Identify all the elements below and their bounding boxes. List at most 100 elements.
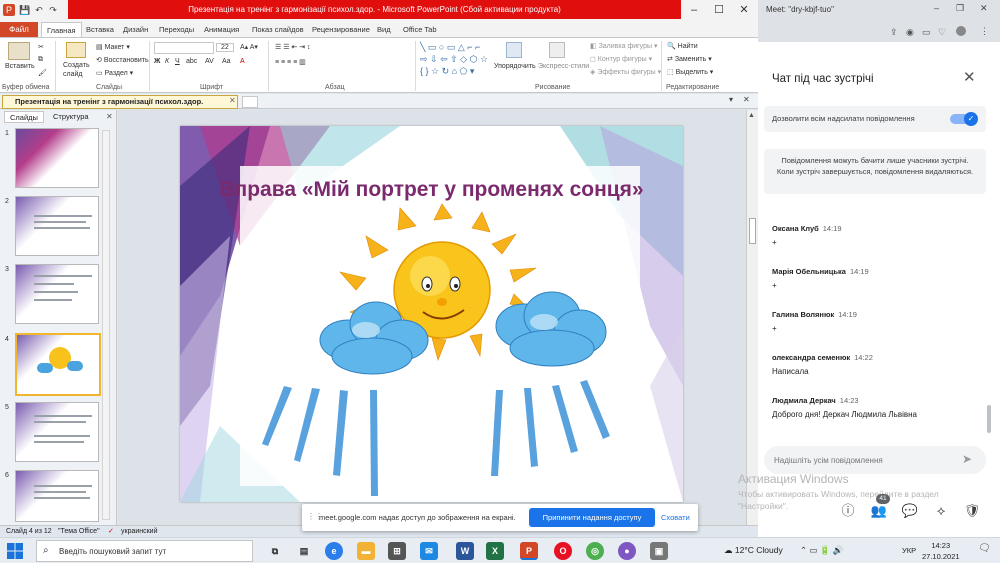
- hide-button[interactable]: Сховати: [661, 513, 690, 522]
- section-button[interactable]: ▭ Раздел ▾: [96, 69, 133, 77]
- activities-icon[interactable]: ⟡: [930, 500, 952, 522]
- avatar[interactable]: [956, 26, 966, 36]
- notifications-icon[interactable]: 🗨: [978, 543, 991, 554]
- shapes-gallery-icon[interactable]: ╲ ▭ ○ ▭ △ ⌐ ⌐ ⇨ ⇩ ⇦ ⇧ ◇ ⬡ ☆{ } ☆ ↻ ⌂ ⬠ ▾: [420, 41, 488, 77]
- tray-icons[interactable]: ⌃ ▭ 🔋 🔊: [800, 545, 843, 556]
- panel-scrollbar[interactable]: [102, 130, 110, 520]
- align-icon[interactable]: ≡ ≡ ≡ ≡ ▥: [275, 58, 306, 66]
- close-icon[interactable]: ✕: [731, 0, 757, 20]
- security-icon[interactable]: 🛡: [961, 500, 983, 522]
- app-icon[interactable]: ●: [618, 542, 636, 560]
- new-slide-icon[interactable]: [66, 42, 86, 58]
- doc-menu-icon[interactable]: ▾: [729, 95, 733, 104]
- task-view-icon[interactable]: ⧉: [266, 542, 284, 560]
- case-icon[interactable]: Aa: [222, 58, 231, 65]
- excel-icon[interactable]: X: [486, 542, 504, 560]
- tab-file[interactable]: Файл: [0, 22, 38, 37]
- tab-transitions[interactable]: Переходы: [159, 22, 194, 37]
- paste-button[interactable]: Вставить: [5, 63, 35, 70]
- arrange-icon[interactable]: [506, 42, 522, 58]
- shape-outline-button[interactable]: ◻ Контур фигуры ▾: [590, 55, 652, 63]
- app-icon[interactable]: ▣: [650, 542, 668, 560]
- share-icon[interactable]: ⇪: [890, 27, 898, 38]
- copy-icon[interactable]: ⧉: [38, 56, 43, 64]
- tab-slideshow[interactable]: Показ слайдов: [252, 22, 304, 37]
- tab-slides[interactable]: Слайды: [4, 111, 44, 123]
- bold-icon[interactable]: Ж: [154, 58, 160, 65]
- maximize-icon[interactable]: ☐: [706, 0, 732, 20]
- tab-home[interactable]: Главная: [41, 22, 82, 37]
- allow-messages-toggle[interactable]: ✓: [950, 112, 978, 126]
- quick-styles-button[interactable]: Экспресс-стили: [538, 63, 589, 70]
- minimize-icon[interactable]: –: [934, 3, 939, 13]
- bullets-icon[interactable]: ☰ ☰ ⇤ ⇥ ↕: [275, 43, 311, 51]
- clock[interactable]: 14:23 27.10.2021: [922, 540, 960, 562]
- camera-icon[interactable]: ◉: [906, 27, 914, 38]
- bookmark-icon[interactable]: ♡: [938, 27, 946, 38]
- font-name-box[interactable]: [154, 42, 214, 54]
- tab-animation[interactable]: Анимация: [204, 22, 239, 37]
- close-chat-icon[interactable]: ✕: [963, 68, 976, 86]
- shape-fill-button[interactable]: ◧ Заливка фигуры ▾: [590, 42, 658, 50]
- new-tab-icon[interactable]: [242, 96, 258, 108]
- tab-insert[interactable]: Вставка: [86, 22, 114, 37]
- weather-widget[interactable]: ☁ 12°C Cloudy: [724, 545, 783, 556]
- italic-icon[interactable]: К: [165, 58, 169, 65]
- word-icon[interactable]: W: [456, 542, 474, 560]
- slide-thumbnail[interactable]: [15, 128, 99, 188]
- tab-review[interactable]: Рецензирование: [312, 22, 370, 37]
- chat-icon[interactable]: 💬: [899, 500, 921, 522]
- spellcheck-icon[interactable]: ✓: [108, 526, 114, 537]
- grow-font-icon[interactable]: A▴ A▾: [240, 43, 258, 51]
- windows-start-icon[interactable]: [6, 542, 24, 560]
- tab-view[interactable]: Вид: [377, 22, 391, 37]
- send-icon[interactable]: ➤: [962, 452, 972, 466]
- store-icon[interactable]: ⊞: [388, 542, 406, 560]
- undo-icon[interactable]: ↶: [33, 4, 45, 16]
- tab-design[interactable]: Дизайн: [123, 22, 148, 37]
- doc-close-icon[interactable]: ✕: [743, 95, 750, 104]
- file-explorer-icon[interactable]: ▬: [357, 542, 375, 560]
- create-slide-button[interactable]: Создать слайд: [63, 61, 93, 79]
- spacing-icon[interactable]: AV: [205, 58, 214, 65]
- arrange-button[interactable]: Упорядочить: [494, 63, 536, 70]
- language-label[interactable]: украинский: [121, 526, 158, 537]
- minimize-icon[interactable]: –: [681, 0, 707, 20]
- keyboard-language[interactable]: УКР: [902, 546, 916, 555]
- quick-styles-icon[interactable]: [549, 42, 565, 58]
- format-painter-icon[interactable]: 🖌: [38, 69, 47, 77]
- editor-scrollbar[interactable]: ▲: [746, 110, 758, 525]
- font-color-icon[interactable]: A: [240, 58, 245, 65]
- replace-button[interactable]: ⇄ Заменить ▾: [667, 55, 712, 63]
- scroll-thumb[interactable]: [749, 218, 756, 244]
- slide-thumbnail-selected[interactable]: [15, 333, 101, 396]
- powerpoint-icon[interactable]: P: [520, 542, 538, 560]
- select-button[interactable]: ⬚ Выделить ▾: [667, 68, 713, 76]
- chat-scrollbar[interactable]: [987, 405, 991, 433]
- chrome-icon[interactable]: ◎: [586, 542, 604, 560]
- reset-button[interactable]: ⟲ Восстановить: [96, 56, 149, 64]
- chrome-tab-title[interactable]: Meet: "dry-kbjf-tuo": [766, 5, 834, 14]
- widgets-icon[interactable]: ▤: [295, 542, 313, 560]
- font-size-box[interactable]: 22: [216, 43, 234, 52]
- close-doc-tab-icon[interactable]: ✕: [229, 96, 236, 105]
- stop-sharing-button[interactable]: Припинити надання доступу: [529, 508, 655, 527]
- slide-thumbnail[interactable]: [15, 470, 99, 522]
- slide-canvas[interactable]: Вправа «Мій портрет у променях сонця»: [180, 126, 683, 502]
- mail-icon[interactable]: ✉: [420, 542, 438, 560]
- find-button[interactable]: 🔍 Найти: [667, 42, 698, 50]
- close-panel-icon[interactable]: ✕: [106, 112, 113, 121]
- slide-thumbnail[interactable]: [15, 264, 99, 324]
- paste-icon[interactable]: [8, 42, 30, 60]
- chat-input[interactable]: [774, 453, 954, 467]
- cut-icon[interactable]: ✂: [38, 43, 44, 51]
- save-icon[interactable]: 💾: [19, 4, 31, 16]
- shape-effects-button[interactable]: ◈ Эффекты фигуры ▾: [590, 68, 661, 76]
- menu-icon[interactable]: ⋮: [980, 26, 989, 37]
- slide-thumbnail[interactable]: [15, 196, 99, 256]
- opera-icon[interactable]: O: [554, 542, 572, 560]
- scroll-up-icon[interactable]: ▲: [748, 112, 755, 119]
- close-icon[interactable]: ✕: [980, 3, 988, 14]
- info-icon[interactable]: ⓘ: [837, 500, 859, 522]
- underline-icon[interactable]: Ч: [175, 58, 180, 65]
